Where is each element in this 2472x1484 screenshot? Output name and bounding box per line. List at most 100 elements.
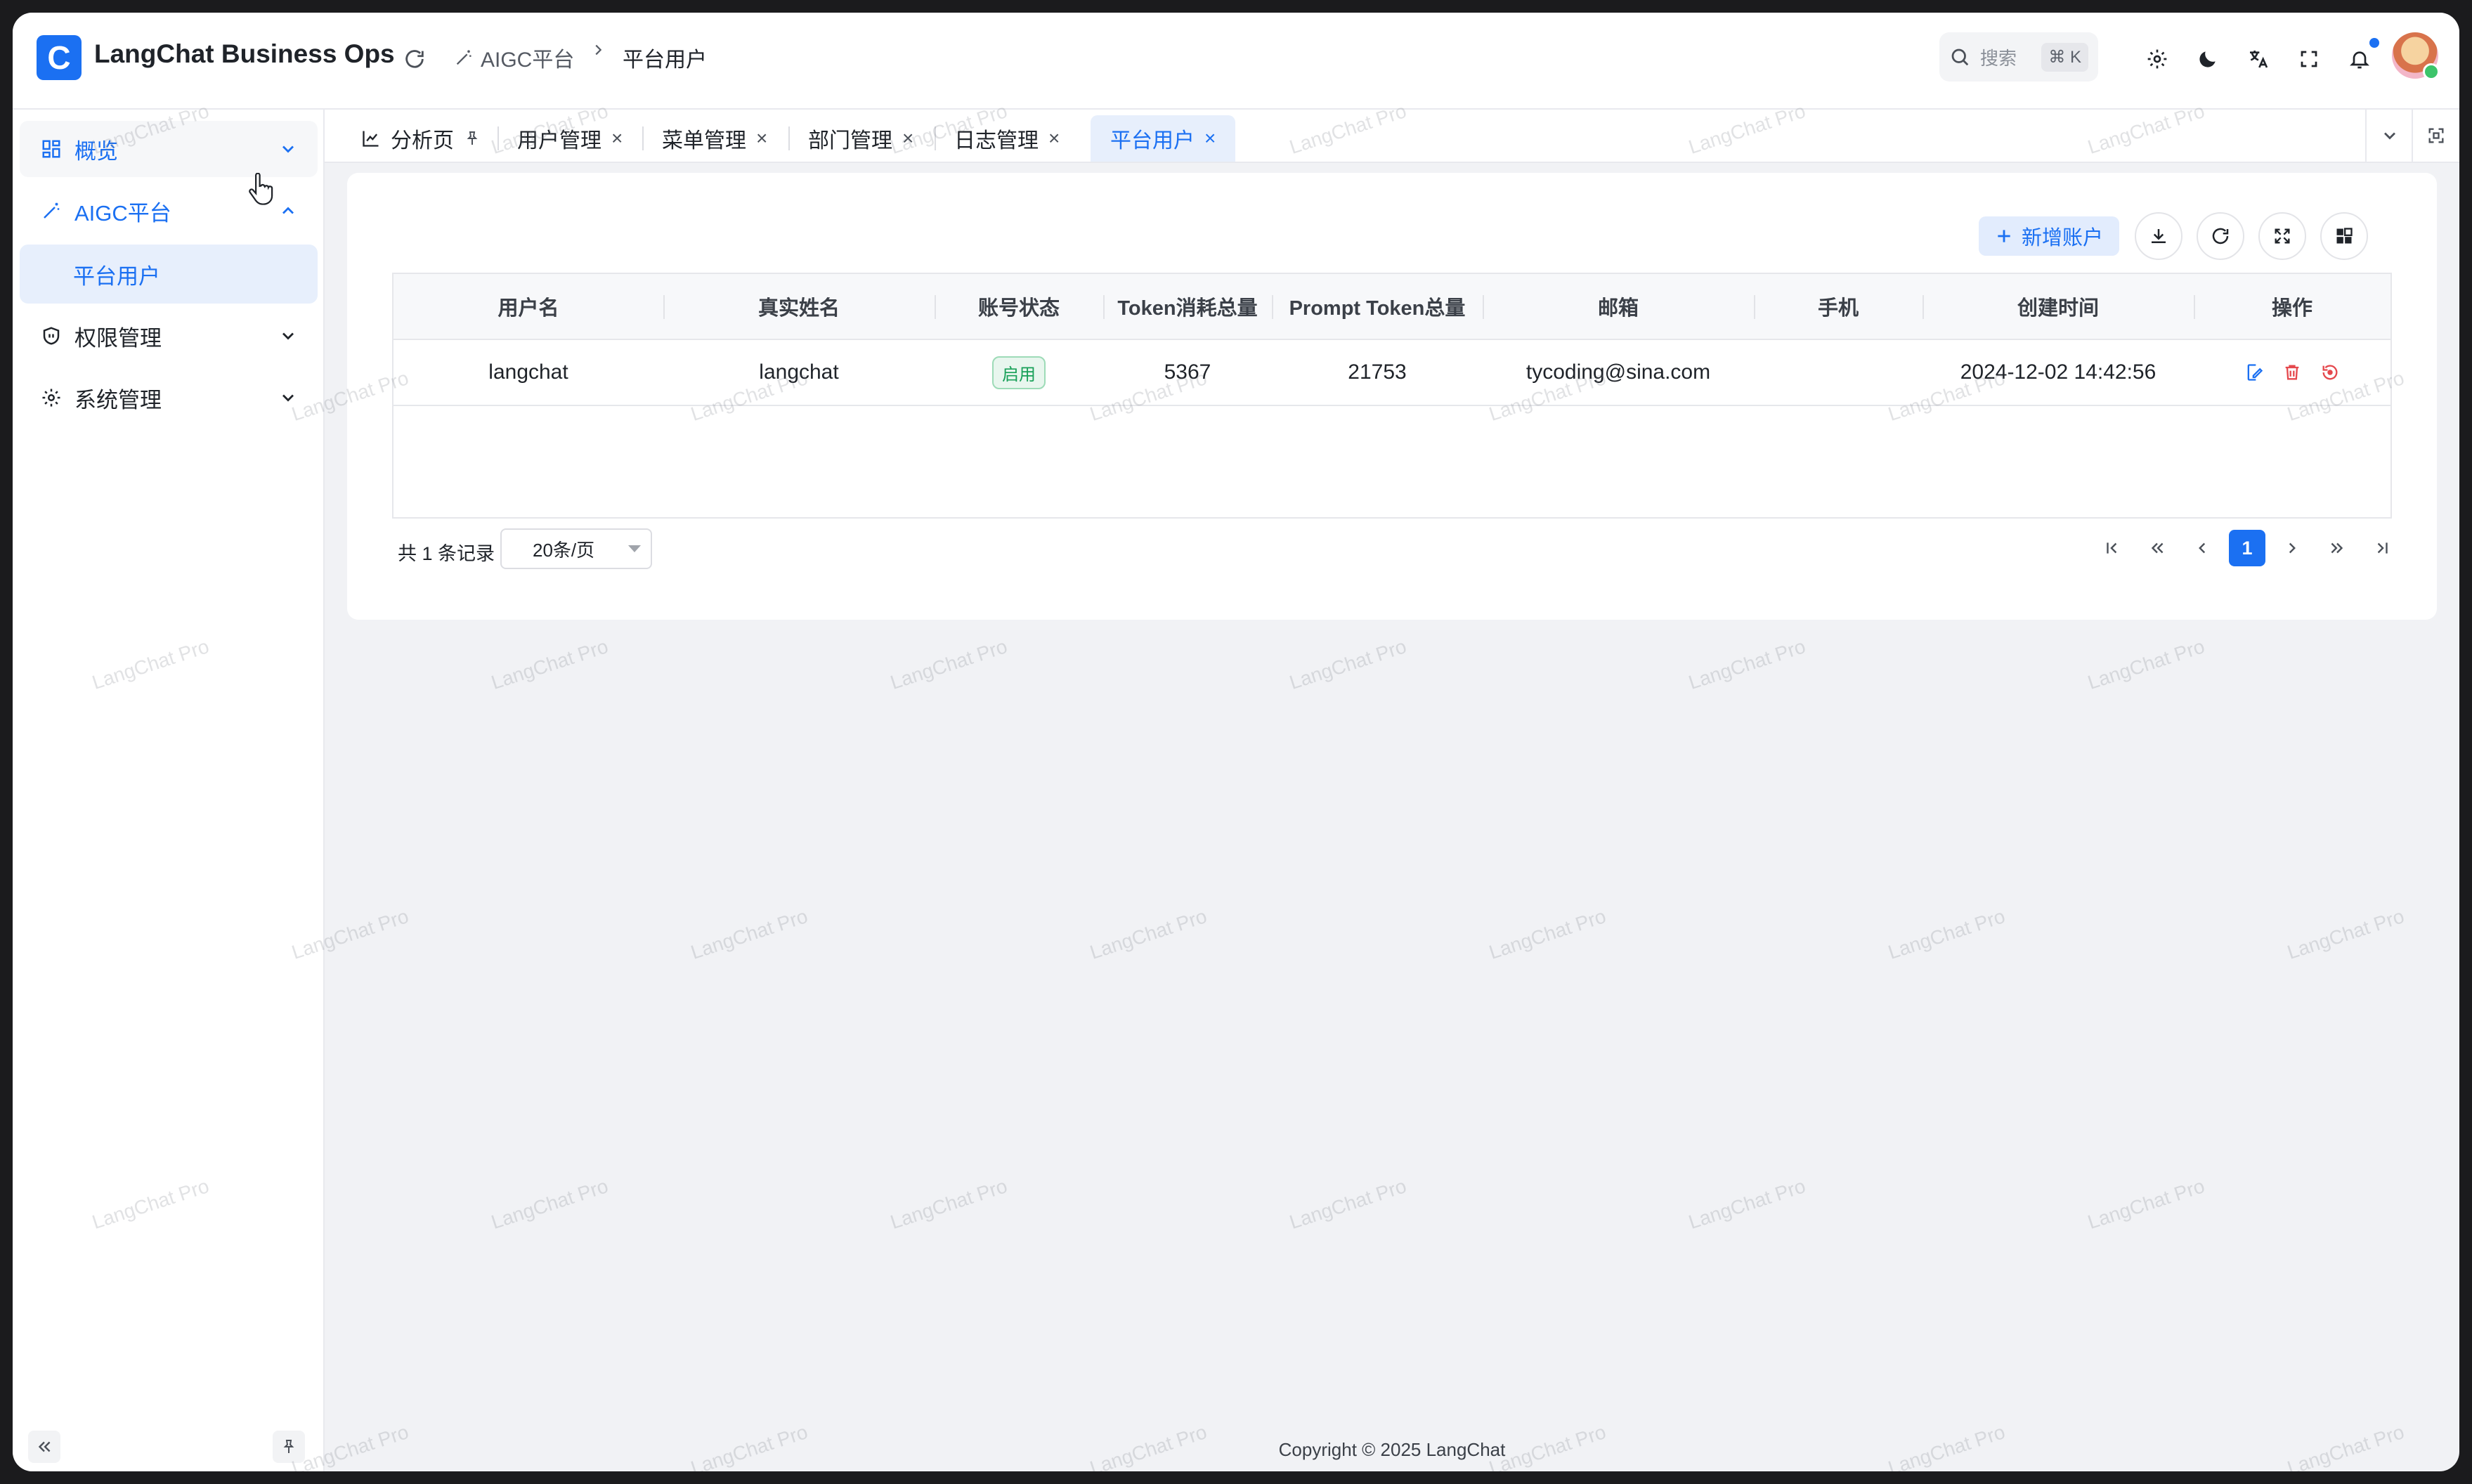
edit-icon[interactable] — [2244, 363, 2264, 382]
chevron-up-icon — [282, 207, 294, 214]
caret-down-icon — [628, 545, 641, 552]
refresh-icon[interactable] — [399, 44, 430, 74]
watermark-text: LangChat Pro — [1686, 1175, 1809, 1233]
search-box[interactable]: 搜索 ⌘ K — [1939, 32, 2098, 82]
page-number-current[interactable]: 1 — [2229, 530, 2265, 566]
add-account-button[interactable]: 新增账户 — [1979, 216, 2119, 256]
delete-icon[interactable] — [2282, 363, 2302, 382]
tab-analysis[interactable]: 分析页 — [341, 115, 500, 162]
tab-menu-management[interactable]: 菜单管理 × — [642, 115, 787, 162]
tab-log-management[interactable]: 日志管理 × — [935, 115, 1079, 162]
close-icon[interactable]: × — [902, 127, 913, 150]
page-size-select[interactable]: 20条/页 — [500, 528, 652, 569]
fullscreen-icon[interactable] — [2294, 44, 2324, 74]
next-page-icon[interactable] — [2274, 530, 2310, 566]
download-button[interactable] — [2135, 212, 2182, 260]
column-header: 用户名 — [497, 297, 559, 320]
table-header: 用户名 真实姓名 账号状态 Token消耗总量 Prompt Token总量 邮… — [393, 274, 2390, 340]
expand-icon — [2275, 228, 2290, 244]
cell-realname: langchat — [759, 360, 839, 384]
notification-bell-icon[interactable] — [2344, 44, 2375, 74]
watermark-text: LangChat Pro — [1885, 905, 2008, 963]
close-icon[interactable]: × — [1204, 127, 1216, 150]
column-header: 账号状态 — [977, 297, 1060, 320]
last-page-icon[interactable] — [2364, 530, 2400, 566]
prev-page-icon[interactable] — [2184, 530, 2220, 566]
add-account-label: 新增账户 — [2021, 227, 2103, 249]
plus-icon — [1998, 230, 2010, 242]
sidebar-item-label: 系统管理 — [74, 387, 162, 412]
magic-wand-icon — [456, 50, 471, 65]
breadcrumb-item-aigc[interactable]: AIGC平台 — [454, 42, 574, 73]
translate-icon[interactable] — [2243, 44, 2274, 74]
watermark-text: LangChat Pro — [2085, 1175, 2208, 1233]
table-fullscreen-button[interactable] — [2258, 212, 2306, 260]
cell-status: 启用 — [935, 340, 1103, 405]
app-logo: C — [37, 35, 82, 80]
first-page-icon[interactable] — [2094, 530, 2131, 566]
column-header: Prompt Token总量 — [1289, 297, 1466, 320]
watermark-text: LangChat Pro — [488, 1175, 611, 1233]
cell-created-time: 2024-12-02 14:42:56 — [1960, 360, 2157, 384]
breadcrumb-label: 平台用户 — [623, 48, 707, 72]
watermark-text: LangChat Pro — [1287, 1175, 1410, 1233]
breadcrumb-item-current[interactable]: 平台用户 — [623, 42, 707, 73]
sidebar-item-label: 概览 — [74, 138, 118, 164]
cell-phone — [1754, 340, 1923, 405]
cell-token-total: 5367 — [1164, 360, 1211, 384]
cell-email: tycoding@sina.com — [1526, 360, 1711, 384]
reset-password-icon[interactable] — [2320, 363, 2340, 382]
tab-label: 分析页 — [391, 129, 454, 152]
search-placeholder: 搜索 — [1980, 47, 2017, 69]
tabs-dropdown-icon[interactable] — [2365, 110, 2413, 162]
chevron-down-icon — [282, 332, 294, 340]
close-icon[interactable]: × — [1048, 127, 1060, 150]
chart-icon — [363, 131, 379, 147]
column-header: 真实姓名 — [757, 297, 840, 320]
chevron-down-icon — [282, 394, 294, 402]
pin-icon[interactable] — [464, 130, 481, 147]
cell-prompt-token-total: 21753 — [1348, 360, 1407, 384]
chevron-down-icon — [282, 145, 294, 153]
watermark-text: LangChat Pro — [887, 1175, 1010, 1233]
tab-dept-management[interactable]: 部门管理 × — [788, 115, 933, 162]
sidebar-item-system[interactable]: 系统管理 — [20, 370, 318, 426]
watermark-text: LangChat Pro — [1486, 905, 1609, 963]
tab-maximize-icon[interactable] — [2412, 110, 2459, 162]
gear-icon — [42, 389, 60, 407]
watermark-text: LangChat Pro — [1087, 905, 1210, 963]
dark-mode-moon-icon[interactable] — [2192, 44, 2223, 74]
tab-platform-users[interactable]: 平台用户 × — [1091, 115, 1236, 162]
column-header: 操作 — [2271, 297, 2312, 320]
watermark-text: LangChat Pro — [887, 635, 1010, 694]
sidebar-item-overview[interactable]: 概览 — [20, 121, 318, 177]
sidebar-item-permissions[interactable]: 权限管理 — [20, 308, 318, 364]
reload-button[interactable] — [2197, 212, 2244, 260]
hand-cursor-icon — [249, 173, 273, 205]
sidebar-subitem-platform-users[interactable]: 平台用户 — [20, 245, 318, 304]
settings-gear-icon[interactable] — [2142, 44, 2173, 74]
tab-label: 日志管理 — [954, 129, 1039, 152]
watermark-text: LangChat Pro — [688, 905, 811, 963]
column-header: 创建时间 — [2017, 297, 2099, 320]
column-settings-button[interactable] — [2320, 212, 2368, 260]
magic-wand-icon — [44, 202, 60, 219]
close-icon[interactable]: × — [611, 127, 623, 150]
watermark-text: LangChat Pro — [2284, 905, 2407, 963]
search-icon — [1951, 48, 1969, 66]
footer-copyright: Copyright © 2025 LangChat — [1278, 1439, 1506, 1460]
breadcrumb-label: AIGC平台 — [481, 48, 575, 72]
content-card: 新增账户 用户名 真实姓名 账号状态 Token消耗总量 Prompt Toke… — [347, 173, 2437, 620]
fast-backward-icon[interactable] — [2139, 530, 2175, 566]
column-header: 邮箱 — [1597, 297, 1639, 320]
watermark-text: LangChat Pro — [2085, 635, 2208, 694]
search-shortcut: ⌘ K — [2041, 42, 2088, 72]
close-icon[interactable]: × — [756, 127, 767, 150]
pagination-total: 共 1 条记录 — [398, 543, 495, 564]
watermark-text: LangChat Pro — [1287, 635, 1410, 694]
fast-forward-icon[interactable] — [2319, 530, 2355, 566]
tab-label: 平台用户 — [1110, 129, 1195, 152]
user-avatar[interactable] — [2392, 32, 2440, 80]
tab-label: 部门管理 — [808, 129, 892, 152]
tab-user-management[interactable]: 用户管理 × — [497, 115, 642, 162]
